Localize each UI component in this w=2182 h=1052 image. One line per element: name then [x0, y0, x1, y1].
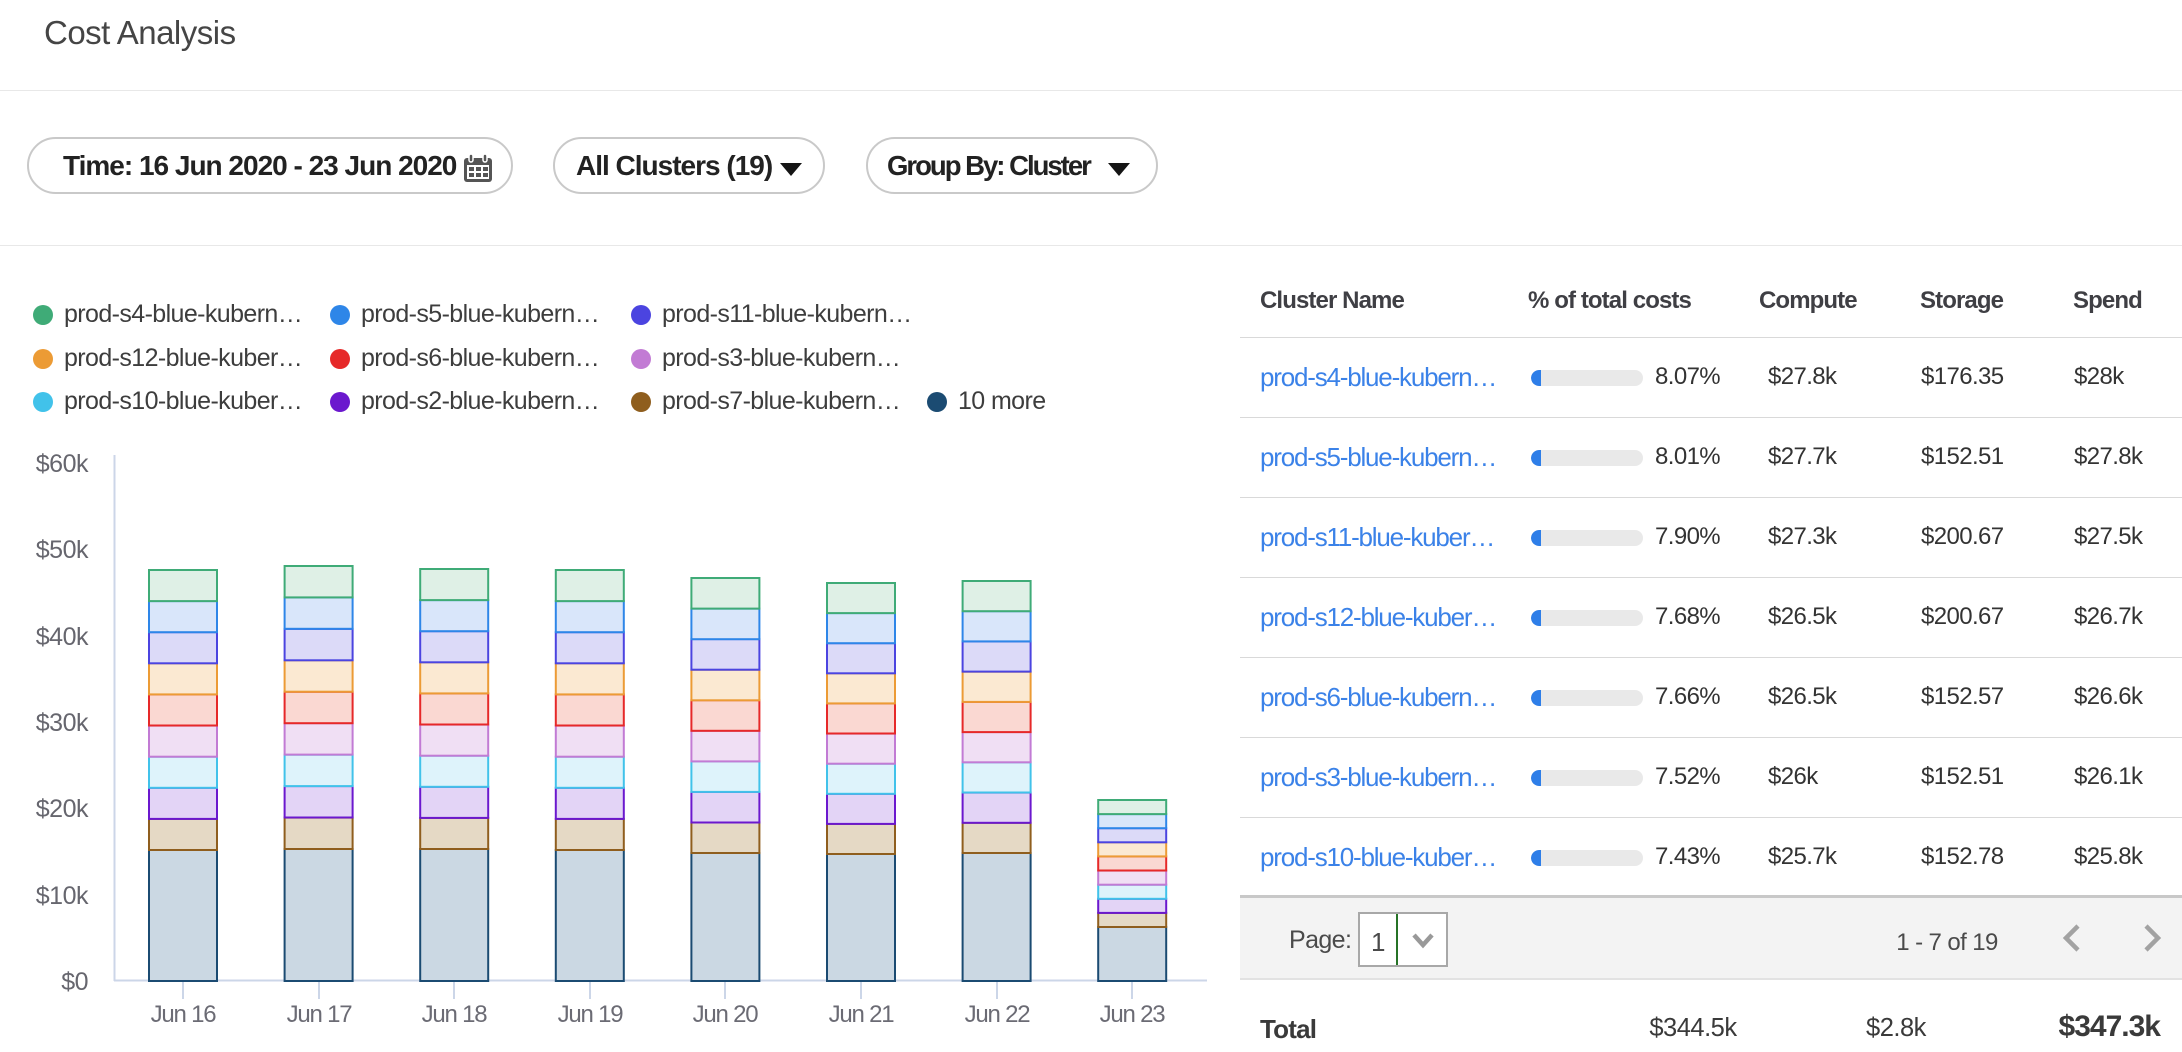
svg-text:Jun 21: Jun 21: [829, 1001, 895, 1028]
svg-text:Jun 22: Jun 22: [965, 1001, 1031, 1028]
svg-text:Jun 23: Jun 23: [1100, 1001, 1166, 1028]
svg-text:Jun 20: Jun 20: [693, 1001, 759, 1028]
svg-text:Jun 19: Jun 19: [558, 1001, 624, 1028]
svg-text:$0: $0: [61, 968, 88, 996]
svg-text:$30k: $30k: [36, 709, 89, 737]
svg-text:$20k: $20k: [36, 795, 89, 823]
svg-text:$40k: $40k: [36, 623, 89, 651]
svg-text:$10k: $10k: [36, 882, 89, 910]
svg-text:$50k: $50k: [36, 536, 89, 564]
svg-text:Jun 18: Jun 18: [422, 1001, 488, 1028]
svg-text:Jun 17: Jun 17: [287, 1001, 353, 1028]
svg-text:$60k: $60k: [36, 450, 89, 478]
svg-text:Jun 16: Jun 16: [151, 1001, 217, 1028]
